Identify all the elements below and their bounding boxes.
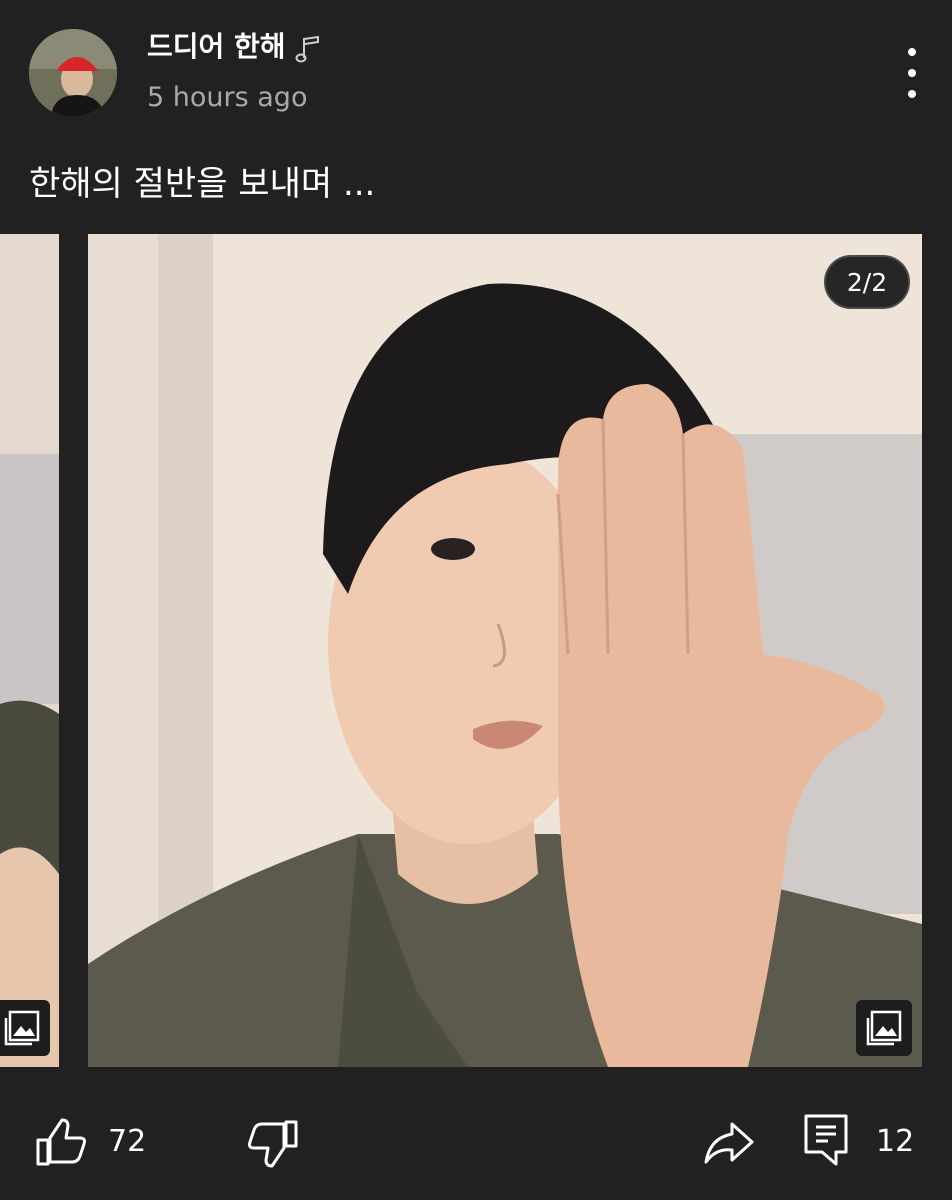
channel-name[interactable]: 드디어 한해 bbox=[147, 28, 286, 66]
channel-avatar[interactable] bbox=[29, 29, 117, 117]
avatar-image bbox=[29, 29, 117, 117]
image-gallery-icon bbox=[0, 1000, 50, 1056]
thumbs-up-icon[interactable] bbox=[34, 1116, 88, 1170]
more-vertical-icon bbox=[908, 48, 916, 56]
comment-count: 12 bbox=[876, 1124, 915, 1159]
comment-icon[interactable] bbox=[800, 1112, 854, 1166]
like-count: 72 bbox=[108, 1124, 147, 1159]
carousel-current-image[interactable] bbox=[88, 234, 922, 1067]
thumbs-down-icon[interactable] bbox=[246, 1116, 300, 1170]
post-text: 한해의 절반을 보내며 ... bbox=[29, 164, 376, 204]
post-timestamp: 5 hours ago bbox=[147, 82, 308, 113]
share-icon[interactable] bbox=[702, 1116, 756, 1170]
carousel-counter-badge: 2/2 bbox=[824, 255, 910, 309]
more-options-button[interactable] bbox=[892, 48, 932, 98]
image-gallery-icon bbox=[856, 1000, 912, 1056]
carousel-previous-image[interactable] bbox=[0, 234, 59, 1067]
music-note-icon bbox=[295, 35, 319, 63]
